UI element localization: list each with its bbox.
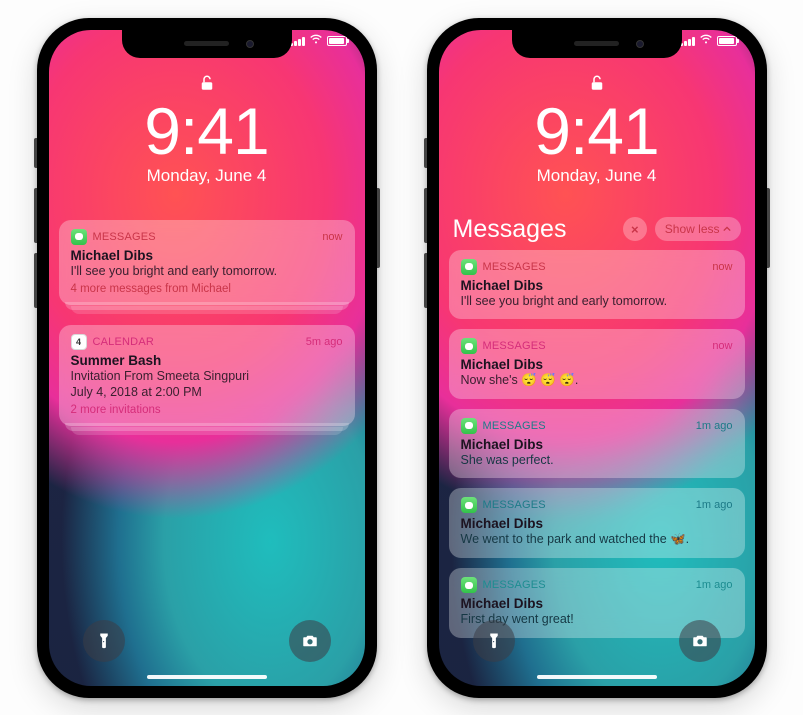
status-bar — [680, 34, 737, 48]
notification-timestamp: now — [712, 340, 732, 352]
battery-icon — [717, 36, 737, 46]
home-indicator[interactable] — [537, 675, 657, 679]
messages-app-icon — [461, 497, 477, 513]
notification-body: Invitation From Smeeta Singpuri July 4, … — [71, 369, 343, 400]
notification-timestamp: 5m ago — [306, 336, 343, 348]
messages-app-icon — [461, 418, 477, 434]
messages-app-icon — [461, 577, 477, 593]
notification-app-label: CALENDAR — [93, 336, 155, 348]
messages-app-icon — [461, 338, 477, 354]
notification-messages-group[interactable]: MESSAGES now Michael Dibs I'll see you b… — [59, 220, 355, 306]
notification-item[interactable]: MESSAGES now Michael Dibs Now she's 😴 😴 … — [449, 329, 745, 399]
notification-title: Summer Bash — [71, 353, 343, 368]
camera-button[interactable] — [679, 620, 721, 662]
flashlight-icon — [95, 632, 113, 650]
notification-app-label: MESSAGES — [483, 579, 546, 591]
notification-more-count: 2 more invitations — [71, 404, 343, 416]
notification-group-header: Messages × Show less — [449, 215, 745, 250]
lock-open-icon — [588, 72, 606, 94]
notification-timestamp: 1m ago — [696, 499, 733, 511]
notification-title: Michael Dibs — [461, 357, 733, 372]
calendar-app-icon: 4 — [71, 334, 87, 350]
notification-app-label: MESSAGES — [483, 340, 546, 352]
flashlight-icon — [485, 632, 503, 650]
show-less-label: Show less — [665, 222, 720, 236]
notification-app-label: MESSAGES — [93, 231, 156, 243]
notification-app-label: MESSAGES — [483, 420, 546, 432]
camera-icon — [301, 632, 319, 650]
notification-body: Now she's 😴 😴 😴. — [461, 373, 733, 389]
notification-more-count: 4 more messages from Michael — [71, 283, 343, 295]
clock-date: Monday, June 4 — [439, 166, 755, 186]
lock-screen-right: 9:41 Monday, June 4 Messages × Show less… — [439, 30, 755, 686]
notification-timestamp: 1m ago — [696, 579, 733, 591]
clock-time: 9:41 — [439, 98, 755, 164]
clock-date: Monday, June 4 — [49, 166, 365, 186]
notch — [122, 30, 292, 58]
camera-icon — [691, 632, 709, 650]
home-indicator[interactable] — [147, 675, 267, 679]
notification-body: She was perfect. — [461, 453, 733, 469]
show-less-button[interactable]: Show less — [655, 217, 741, 241]
battery-icon — [327, 36, 347, 46]
messages-app-icon — [461, 259, 477, 275]
lock-header: 9:41 Monday, June 4 — [49, 72, 365, 186]
notification-app-label: MESSAGES — [483, 261, 546, 273]
camera-button[interactable] — [289, 620, 331, 662]
notification-title: Michael Dibs — [461, 516, 733, 531]
close-icon: × — [631, 222, 639, 237]
notification-title: Michael Dibs — [461, 596, 733, 611]
flashlight-button[interactable] — [473, 620, 515, 662]
notification-body: I'll see you bright and early tomorrow. — [71, 264, 343, 280]
lock-header: 9:41 Monday, June 4 — [439, 72, 755, 186]
iphone-frame-right: 9:41 Monday, June 4 Messages × Show less… — [427, 18, 767, 698]
iphone-frame-left: 9:41 Monday, June 4 MESSAGES now Michael… — [37, 18, 377, 698]
cellular-signal-icon — [290, 36, 305, 46]
notification-title: Michael Dibs — [461, 278, 733, 293]
notification-item[interactable]: MESSAGES 1m ago Michael Dibs She was per… — [449, 409, 745, 479]
wifi-icon — [699, 34, 713, 48]
notification-body: I'll see you bright and early tomorrow. — [461, 294, 733, 310]
lock-screen-left: 9:41 Monday, June 4 MESSAGES now Michael… — [49, 30, 365, 686]
lock-open-icon — [198, 72, 216, 94]
notification-timestamp: now — [322, 231, 342, 243]
wifi-icon — [309, 34, 323, 48]
notch — [512, 30, 682, 58]
close-group-button[interactable]: × — [623, 217, 647, 241]
notification-group-title: Messages — [453, 215, 615, 244]
notification-item[interactable]: MESSAGES 1m ago Michael Dibs We went to … — [449, 488, 745, 558]
notification-timestamp: now — [712, 261, 732, 273]
flashlight-button[interactable] — [83, 620, 125, 662]
clock-time: 9:41 — [49, 98, 365, 164]
notification-body: We went to the park and watched the 🦋. — [461, 532, 733, 548]
chevron-up-icon — [723, 225, 731, 233]
notification-timestamp: 1m ago — [696, 420, 733, 432]
notification-calendar-group[interactable]: 4 CALENDAR 5m ago Summer Bash Invitation… — [59, 325, 355, 426]
cellular-signal-icon — [680, 36, 695, 46]
notification-title: Michael Dibs — [461, 437, 733, 452]
notification-item[interactable]: MESSAGES now Michael Dibs I'll see you b… — [449, 250, 745, 320]
status-bar — [290, 34, 347, 48]
notification-title: Michael Dibs — [71, 248, 343, 263]
notification-app-label: MESSAGES — [483, 499, 546, 511]
messages-app-icon — [71, 229, 87, 245]
